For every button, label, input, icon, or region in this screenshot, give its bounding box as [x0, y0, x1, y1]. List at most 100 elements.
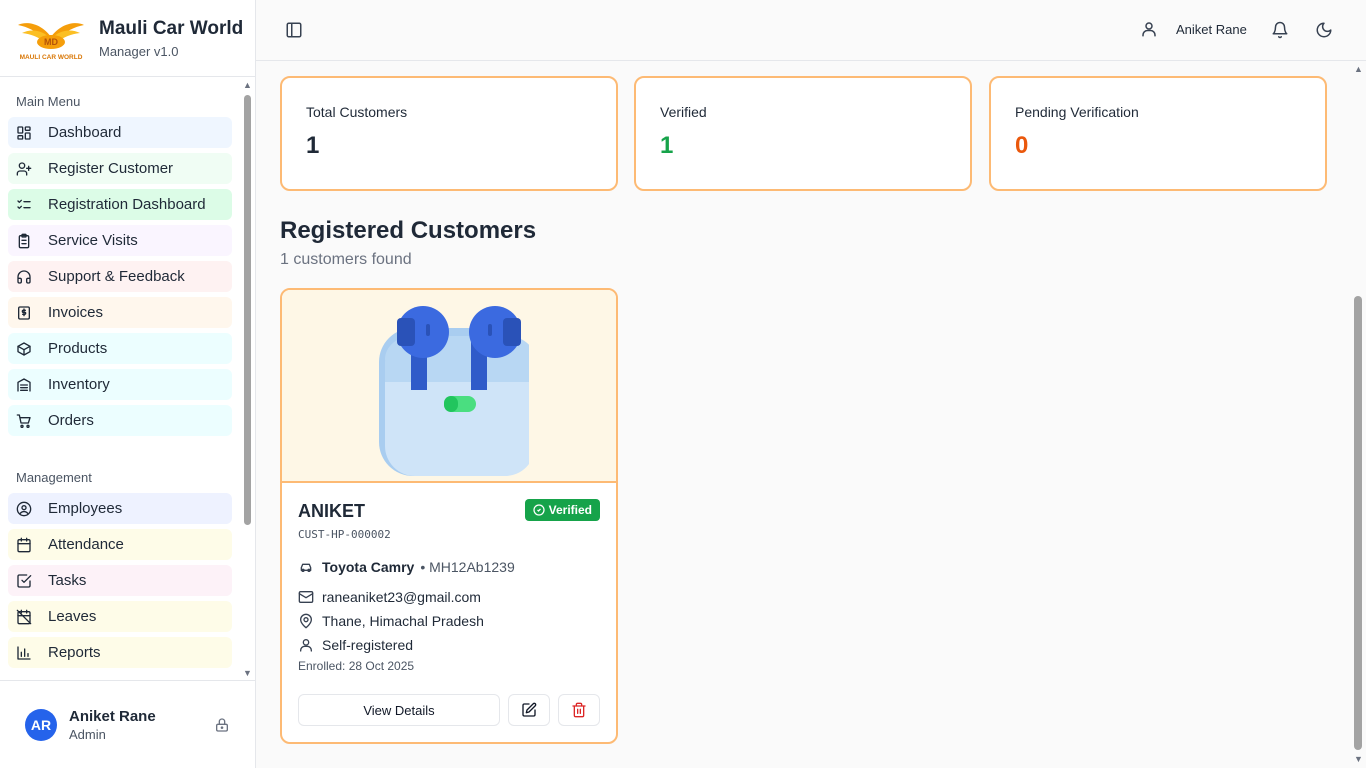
calendar-off-icon	[16, 609, 32, 625]
sidebar-item-employees[interactable]: Employees	[8, 493, 232, 524]
customer-source: Self-registered	[322, 637, 414, 653]
customer-image	[282, 290, 616, 483]
check-circle-icon	[533, 504, 545, 516]
header-user-menu[interactable]: Aniket Rane	[1140, 20, 1247, 38]
vehicle-plate: • MH12Ab1239	[420, 559, 515, 575]
vehicle-model: Toyota Camry	[322, 559, 415, 575]
headset-icon	[16, 269, 32, 285]
sidebar-item-service-visits[interactable]: Service Visits	[8, 225, 232, 256]
sidebar-toggle-icon[interactable]	[285, 21, 303, 39]
management-label: Management	[16, 470, 92, 485]
customer-card[interactable]: ANIKET CUST-HP-000002 Verified Toyota Ca…	[280, 288, 618, 744]
sidebar-item-inventory[interactable]: Inventory	[8, 369, 232, 400]
stat-label: Pending Verification	[1015, 104, 1139, 120]
trash-icon	[572, 702, 586, 718]
stat-value: 1	[306, 132, 320, 159]
checkbox-icon	[16, 573, 32, 589]
top-header: Aniket Rane	[256, 0, 1366, 61]
sidebar-item-label: Reports	[48, 644, 101, 661]
map-pin-icon	[298, 613, 314, 629]
status-badge-label: Verified	[548, 503, 592, 517]
user-plus-icon	[16, 161, 32, 177]
user-name: Aniket Rane	[69, 707, 156, 725]
sidebar-item-label: Registration Dashboard	[48, 196, 206, 213]
calendar-icon	[16, 537, 32, 553]
user-icon	[1142, 22, 1156, 37]
user-role: Admin	[69, 726, 106, 742]
sidebar-item-register-customer[interactable]: Register Customer	[8, 153, 232, 184]
bar-chart-icon	[16, 645, 32, 661]
vehicle-row: Toyota Camry • MH12Ab1239	[298, 559, 600, 575]
warehouse-icon	[16, 377, 32, 393]
sidebar-item-label: Support & Feedback	[48, 268, 185, 285]
sidebar-item-invoices[interactable]: Invoices	[8, 297, 232, 328]
sidebar-item-label: Tasks	[48, 572, 87, 589]
dashboard-icon	[16, 125, 32, 141]
sidebar: MD MAULI CAR WORLD Mauli Car World Manag…	[0, 0, 256, 768]
scroll-up-arrow-icon[interactable]: ▲	[243, 80, 252, 90]
sidebar-item-label: Leaves	[48, 608, 97, 625]
sidebar-item-label: Inventory	[48, 376, 110, 393]
list-checks-icon	[16, 197, 32, 213]
card-actions: View Details	[298, 694, 600, 726]
mail-icon	[298, 589, 314, 605]
stat-label: Total Customers	[306, 104, 408, 120]
main-scroll-up-icon[interactable]: ▲	[1354, 64, 1363, 74]
view-details-button[interactable]: View Details	[298, 694, 500, 726]
sidebar-item-partial[interactable]	[8, 673, 232, 680]
sidebar-item-registration-dashboard[interactable]: Registration Dashboard	[8, 189, 232, 220]
scroll-down-arrow-icon[interactable]: ▼	[243, 668, 252, 678]
car-icon	[298, 559, 314, 575]
sidebar-item-label: Orders	[48, 412, 94, 429]
stat-card-verified: Verified 1	[634, 76, 972, 191]
sidebar-item-support-feedback[interactable]: Support & Feedback	[8, 261, 232, 292]
delete-button[interactable]	[558, 694, 600, 726]
avatar[interactable]: AR	[25, 708, 57, 741]
sidebar-item-label: Invoices	[48, 304, 104, 321]
edit-icon	[522, 702, 537, 717]
stat-card-pending: Pending Verification 0	[989, 76, 1327, 191]
sidebar-item-orders[interactable]: Orders	[8, 405, 232, 436]
main-content: Total Customers 1 Verified 1 Pending Ver…	[256, 61, 1352, 768]
customer-id: CUST-HP-000002	[298, 528, 391, 541]
sidebar-item-attendance[interactable]: Attendance	[8, 529, 232, 560]
user-icon	[298, 637, 314, 653]
sidebar-item-label: Dashboard	[48, 124, 122, 141]
brand-header: MD MAULI CAR WORLD Mauli Car World Manag…	[0, 0, 255, 77]
brand-logo[interactable]: MD MAULI CAR WORLD	[16, 13, 86, 63]
section-title: Registered Customers	[280, 217, 537, 244]
customer-location: Thane, Himachal Pradesh	[322, 613, 484, 629]
sidebar-menu: Main Menu Dashboard Register Customer Re…	[0, 77, 256, 680]
user-footer: AR Aniket Rane Admin	[0, 680, 256, 768]
sidebar-item-dashboard[interactable]: Dashboard	[8, 117, 232, 148]
main-menu-label: Main Menu	[16, 94, 81, 109]
package-icon	[16, 341, 32, 357]
sidebar-item-products[interactable]: Products	[8, 333, 232, 364]
sidebar-item-tasks[interactable]: Tasks	[8, 565, 232, 596]
stat-value: 0	[1015, 132, 1029, 159]
enrolled-date: Enrolled: 28 Oct 2025	[298, 659, 415, 673]
invoice-icon	[16, 305, 32, 321]
location-row: Thane, Himachal Pradesh	[298, 613, 600, 629]
main-scroll-thumb[interactable]	[1354, 296, 1362, 750]
earbuds-icon	[379, 305, 529, 476]
sidebar-scroll-thumb[interactable]	[244, 95, 251, 525]
cart-icon	[16, 413, 32, 429]
moon-icon[interactable]	[1315, 21, 1333, 44]
email-row: raneaniket23@gmail.com	[298, 589, 600, 605]
clipboard-icon	[16, 233, 32, 249]
svg-text:MAULI CAR WORLD: MAULI CAR WORLD	[20, 54, 83, 61]
main-scroll-down-icon[interactable]: ▼	[1354, 754, 1363, 764]
header-user-name: Aniket Rane	[1176, 21, 1247, 37]
source-row: Self-registered	[298, 637, 600, 653]
sidebar-item-leaves[interactable]: Leaves	[8, 601, 232, 632]
sidebar-item-label: Employees	[48, 500, 123, 517]
sidebar-item-label: Service Visits	[48, 232, 138, 249]
edit-button[interactable]	[508, 694, 550, 726]
lock-icon[interactable]	[214, 717, 230, 738]
bell-icon[interactable]	[1271, 21, 1289, 44]
sidebar-item-label: Products	[48, 340, 108, 357]
brand-title: Mauli Car World	[99, 17, 244, 39]
customer-count: 1 customers found	[280, 251, 412, 268]
sidebar-item-reports[interactable]: Reports	[8, 637, 232, 668]
